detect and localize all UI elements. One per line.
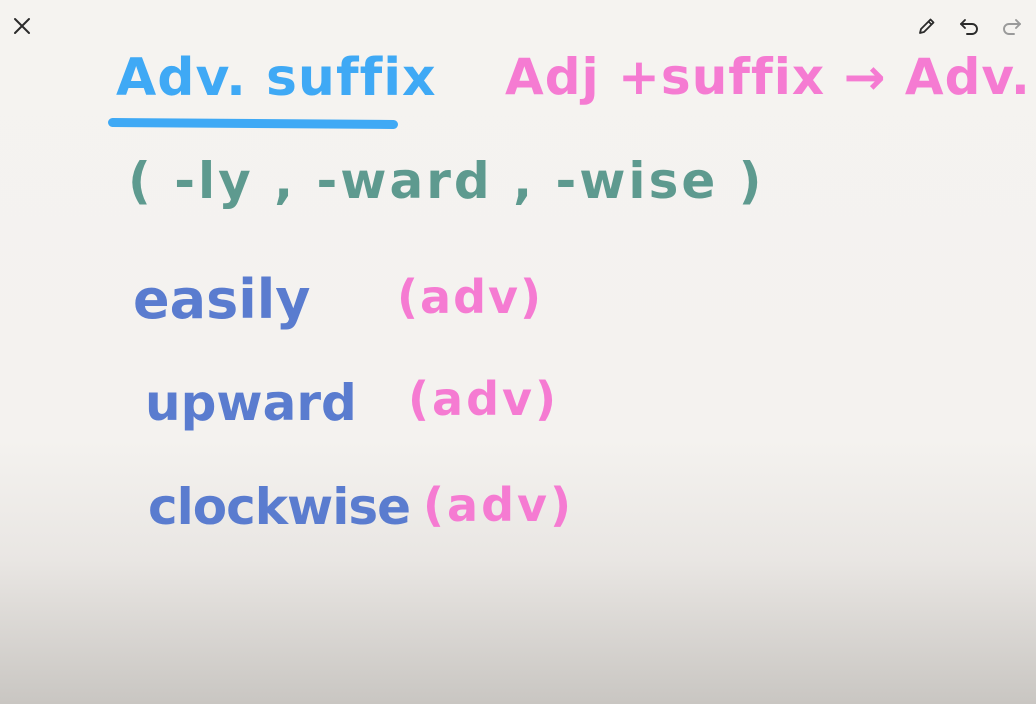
pen-tool-button[interactable] xyxy=(911,10,943,42)
example-word-clockwise: clockwise xyxy=(148,478,411,536)
pencil-icon xyxy=(919,18,935,34)
formula-text: Adj +suffix → Adv. xyxy=(505,48,1031,106)
example-word-easily: easily xyxy=(133,268,311,331)
redo-button[interactable] xyxy=(996,10,1028,42)
example-word-upward: upward xyxy=(145,374,357,432)
undo-icon xyxy=(960,19,978,35)
close-button[interactable] xyxy=(6,10,38,42)
example-tag-easily: (adv) xyxy=(397,270,544,324)
title-adv-suffix: Adv. suffix xyxy=(116,48,437,108)
redo-icon xyxy=(1003,19,1021,35)
close-icon xyxy=(14,18,30,34)
suffix-list: ( -ly , -ward , -wise ) xyxy=(128,152,765,210)
example-tag-clockwise: (adv) xyxy=(423,478,575,532)
example-tag-upward: (adv) xyxy=(408,372,560,426)
undo-button[interactable] xyxy=(953,10,985,42)
